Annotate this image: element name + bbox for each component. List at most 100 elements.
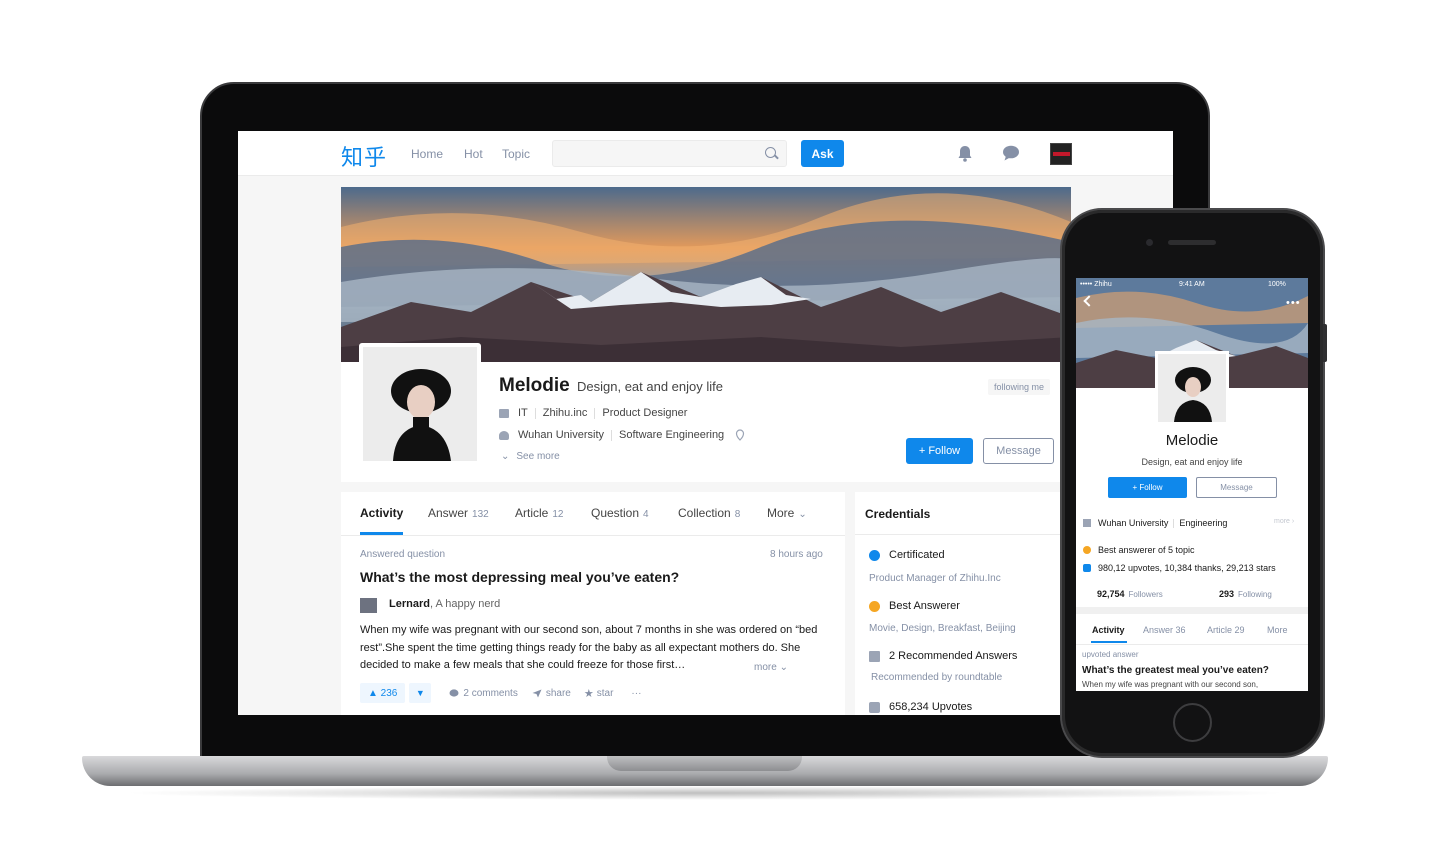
author-bio: , A happy nerd	[429, 598, 501, 610]
tab-more[interactable]: More ⌄	[767, 506, 807, 520]
followers-label: Followers	[1128, 590, 1163, 599]
nav-hot[interactable]: Hot	[464, 147, 483, 161]
star-icon: ★	[583, 687, 594, 700]
downvote-button[interactable]: ▼	[409, 683, 432, 703]
star-button[interactable]: ★ star	[584, 687, 614, 700]
profile-headline: Design, eat and enjoy life	[577, 379, 723, 394]
chevron-down-icon: ⌄	[779, 662, 788, 673]
chat-icon[interactable]	[1002, 145, 1020, 161]
credential-certificated: Certificated	[869, 549, 945, 561]
nav-topic[interactable]: Topic	[502, 147, 530, 161]
laptop-screen: 知乎 Home Hot Topic Ask Melodie Design, ea…	[238, 131, 1173, 715]
credential-sub: Product Manager of Zhihu.Inc	[869, 573, 1001, 584]
mobile-following-stat[interactable]: 293 Following	[1219, 589, 1272, 599]
tab-article[interactable]: Article 12	[515, 506, 563, 520]
tab-count: 12	[552, 509, 564, 520]
mobile-tab-more[interactable]: More	[1267, 625, 1288, 635]
tab-collection[interactable]: Collection 8	[678, 506, 740, 520]
search-icon[interactable]	[765, 147, 776, 158]
phone-camera	[1146, 239, 1153, 246]
zhihu-logo[interactable]: 知乎	[341, 140, 387, 172]
following-me-badge: following me	[988, 379, 1051, 395]
mobile-tab-article[interactable]: Article 29	[1207, 625, 1245, 635]
chevron-down-icon: ⌄	[798, 509, 807, 520]
credential-label: Best Answerer	[889, 600, 960, 612]
mobile-follow-button[interactable]: + Follow	[1108, 477, 1187, 498]
author-avatar[interactable]	[360, 598, 377, 613]
mobile-major: Engineering	[1179, 518, 1228, 528]
comments-button[interactable]: 2 comments	[449, 688, 518, 699]
mobile-stats-row: 980,12 upvotes, 10,384 thanks, 29,213 st…	[1083, 563, 1276, 573]
activity-feed: Activity Answer 132 Article 12 Question 4 C…	[341, 492, 845, 715]
mobile-feed-title[interactable]: What’s the greatest meal you’ve eaten?	[1082, 665, 1269, 676]
message-button[interactable]: Message	[983, 438, 1054, 464]
feed-item-title[interactable]: What’s the most depressing meal you’ve e…	[360, 569, 679, 585]
credential-best-answerer: Best Answerer	[869, 600, 960, 612]
laptop-notch	[607, 756, 802, 771]
tab-label: Question	[591, 506, 640, 520]
feed-item-label: Answered question	[360, 549, 446, 560]
credential-recommended: 2 Recommended Answers	[869, 650, 1017, 662]
status-battery: 100%	[1268, 281, 1286, 288]
read-more-label: more	[754, 662, 777, 673]
mobile-feed-excerpt[interactable]: When my wife was pregnant with our secon…	[1082, 680, 1258, 689]
see-more-label: See more	[516, 451, 560, 462]
tab-count: 8	[734, 509, 741, 520]
author-name[interactable]: Lernard	[389, 598, 430, 610]
mobile-profile-name: Melodie	[1165, 432, 1219, 449]
profile-cover-image	[341, 187, 1071, 362]
read-more-link[interactable]: more ⌄	[754, 662, 788, 673]
tab-answer[interactable]: Answer 132	[428, 506, 489, 520]
bell-icon[interactable]	[957, 145, 973, 162]
education-info-row: Wuhan University Software Engineering	[499, 429, 745, 441]
mobile-followers-stat[interactable]: 92,754 Followers	[1097, 589, 1163, 599]
tab-count: 4	[643, 509, 649, 520]
tab-label: More	[767, 506, 795, 520]
ask-button[interactable]: Ask	[801, 140, 844, 167]
comment-icon	[449, 688, 459, 697]
following-label: Following	[1238, 590, 1272, 599]
phone-side-button	[1323, 324, 1327, 362]
credential-sub: Movie, Design, Breakfast, Beijing	[869, 623, 1016, 634]
answer-actions: ▲ 236 ▼ 2 comments share ★ star ···	[360, 683, 641, 703]
see-more-link[interactable]: ⌄ See more	[501, 451, 560, 462]
mobile-profile-avatar[interactable]	[1155, 351, 1229, 425]
search-input[interactable]	[552, 140, 787, 167]
briefcase-icon	[499, 408, 509, 418]
graduation-cap-icon	[499, 430, 509, 440]
more-options-button[interactable]: ···	[631, 688, 641, 699]
top-navbar: 知乎 Home Hot Topic Ask	[238, 131, 1173, 176]
share-label: share	[545, 687, 571, 699]
mobile-best-answerer: Best answerer of 5 topic	[1098, 545, 1195, 555]
phone-speaker	[1168, 240, 1216, 245]
mobile-message-button[interactable]: Message	[1196, 477, 1277, 498]
share-button[interactable]: share	[532, 688, 571, 699]
mobile-best-answerer-row: Best answerer of 5 topic	[1083, 545, 1195, 555]
nav-home[interactable]: Home	[411, 147, 443, 161]
divider	[855, 534, 1071, 535]
thumbs-up-icon	[1083, 564, 1091, 572]
document-icon	[869, 650, 880, 662]
upvote-button[interactable]: ▲ 236	[360, 683, 406, 703]
more-dots-icon[interactable]: •••	[1286, 297, 1301, 309]
follow-button[interactable]: + Follow	[906, 438, 973, 464]
phone-home-button[interactable]	[1173, 703, 1212, 742]
major-text: Software Engineering	[619, 429, 725, 441]
profile-name: Melodie	[499, 375, 570, 396]
mobile-tab-answer[interactable]: Answer 36	[1143, 625, 1186, 635]
profile-avatar[interactable]	[359, 343, 481, 465]
graduation-cap-icon	[1083, 519, 1091, 527]
thumbs-up-icon	[869, 701, 880, 713]
chevron-down-icon: ⌄	[501, 451, 510, 462]
status-carrier: ••••• Zhihu	[1080, 281, 1112, 288]
divider	[1076, 644, 1308, 645]
mobile-tab-activity[interactable]: Activity	[1092, 625, 1125, 635]
share-icon	[532, 689, 542, 697]
mobile-stats-line: 980,12 upvotes, 10,384 thanks, 29,213 st…	[1098, 563, 1276, 573]
tab-question[interactable]: Question 4	[591, 506, 649, 520]
position-text: Product Designer	[602, 407, 688, 419]
mobile-more-link[interactable]: more ›	[1274, 518, 1294, 525]
credential-label: 658,234 Upvotes	[889, 701, 973, 713]
tab-activity[interactable]: Activity	[360, 506, 403, 520]
user-avatar[interactable]	[1050, 143, 1072, 165]
